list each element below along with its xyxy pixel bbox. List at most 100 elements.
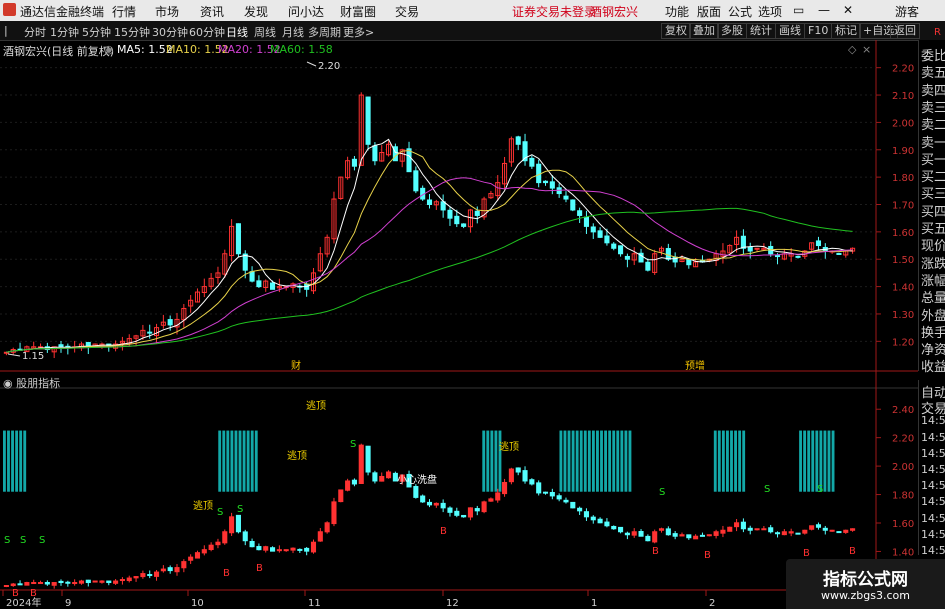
ind-candle-body	[597, 518, 603, 524]
menu-item-options[interactable]: 选项	[758, 3, 782, 20]
ind-candle-body	[454, 510, 460, 516]
quote-side-panel: 委比 卖五 卖四 卖三 卖二 卖一 买一 买二 买三 买四 买五 现价 涨跌 涨幅 总量 外盘 换手 净资 收益	[918, 40, 945, 375]
candle-body	[611, 243, 617, 249]
tab-daily[interactable]: 日线	[226, 24, 248, 40]
signal-bar	[587, 430, 591, 492]
ind-candle-body	[699, 534, 706, 537]
ind-candle-body	[829, 529, 835, 532]
ind-candle-body	[263, 546, 269, 551]
signal-bar	[721, 430, 725, 492]
trade-side-panel: 自动交易14:5614:5614:5614:5614:5614:5614:561…	[918, 380, 945, 573]
ind-candle-body	[249, 541, 255, 548]
signal-bar	[600, 430, 603, 492]
ind-candle-body	[153, 571, 160, 577]
candle-body	[747, 246, 753, 252]
window-minimize-icon[interactable]: —	[818, 3, 830, 17]
menu-item-layout[interactable]: 版面	[697, 3, 721, 20]
ind-candle-body	[290, 547, 296, 551]
candle-body	[58, 344, 64, 348]
candle-body	[754, 247, 760, 250]
y-tick-label: 2.20	[892, 64, 914, 75]
side-trade-3: 14:56	[921, 430, 945, 444]
ind-candle-body	[638, 530, 644, 537]
f10-button[interactable]: F10	[804, 23, 833, 39]
back-button[interactable]: 返回	[890, 23, 920, 39]
ind-candle-body	[181, 561, 187, 569]
signal-bar	[742, 430, 746, 492]
ind-candle-body	[24, 582, 30, 586]
menu-item-function[interactable]: 功能	[665, 3, 689, 20]
minimize-icon[interactable]: ▭	[793, 3, 804, 17]
watermark: 指标公式网 www.zbgs3.com	[786, 559, 945, 609]
ind-candle-body	[106, 580, 112, 584]
tab-more[interactable]: 更多>	[343, 24, 374, 40]
overlay-button[interactable]: 叠加	[689, 23, 719, 39]
menu-item-news[interactable]: 资讯	[200, 3, 224, 20]
ind-candle-body	[822, 527, 828, 531]
signal-bar	[254, 430, 258, 492]
ind-y-tick-label: 1.40	[892, 547, 914, 558]
menu-item-wealth-circle[interactable]: 财富圈	[340, 3, 376, 20]
kline-chart[interactable]: 1.20 1.30 1.40 1.50 1.60 1.70 1.80 1.90 2.00 2.10…	[0, 40, 918, 609]
signal-bar	[567, 430, 571, 492]
tab-5min[interactable]: 5分钟	[82, 24, 111, 40]
draw-line-button[interactable]: 画线	[775, 23, 805, 39]
adjust-button[interactable]: 复权	[661, 23, 691, 39]
ind-y-tick-label: 1.60	[892, 519, 914, 530]
ind-candle-body	[413, 486, 419, 498]
signal-bar	[242, 430, 246, 492]
candle-body	[577, 210, 583, 216]
menu-item-formula[interactable]: 公式	[728, 3, 752, 20]
ind-candle-body	[795, 532, 801, 535]
signal-bar	[226, 430, 230, 492]
ind-candle-body	[188, 556, 194, 561]
side-top-label: R	[934, 27, 941, 38]
login-status[interactable]: 证券交易未登录	[512, 3, 596, 20]
user-label[interactable]: 游客	[895, 3, 919, 20]
tab-15min[interactable]: 15分钟	[114, 24, 150, 40]
tab-30min[interactable]: 30分钟	[152, 24, 188, 40]
candle-body	[795, 255, 801, 258]
ind-candle-body	[85, 579, 91, 584]
tab-monthly[interactable]: 月线	[282, 24, 304, 40]
tab-1min[interactable]: 1分钟	[50, 24, 79, 40]
ind-candle-body	[379, 475, 385, 482]
y-tick-label: 1.80	[892, 173, 914, 184]
ind-candle-body	[51, 582, 57, 586]
sell-signal: S	[659, 487, 665, 498]
ind-candle-body	[208, 544, 214, 551]
menu-item-trade[interactable]: 交易	[395, 3, 419, 20]
ind-candle-body	[297, 548, 303, 551]
window-close-icon[interactable]: ✕	[843, 3, 853, 17]
candle-body	[406, 148, 412, 173]
signal-bar	[482, 430, 486, 492]
tab-weekly[interactable]: 周线	[254, 24, 276, 40]
ind-candle-body	[72, 582, 78, 585]
ind-candle-body	[338, 489, 344, 503]
ind-candle-body	[345, 480, 351, 491]
tab-intraday[interactable]: 分时	[24, 24, 46, 40]
ind-candle-body	[624, 532, 630, 536]
menu-item-market[interactable]: 市场	[155, 3, 179, 20]
menu-item-quotes[interactable]: 行情	[112, 3, 136, 20]
sell-signal: S	[4, 535, 10, 546]
multi-stock-button[interactable]: 多股	[717, 23, 747, 39]
candle-body	[351, 158, 357, 167]
ind-candle-body	[563, 499, 569, 503]
ind-candle-body	[140, 573, 146, 578]
menu-item-ask[interactable]: 问小达	[288, 3, 324, 20]
ind-candle-body	[815, 524, 822, 528]
ind-y-tick-label: 2.00	[892, 462, 914, 473]
signal-bar	[238, 430, 242, 492]
candle-body	[447, 209, 453, 219]
collapse-icon[interactable]: |	[4, 24, 8, 37]
signal-bar	[628, 430, 632, 492]
tab-60min[interactable]: 60分钟	[189, 24, 225, 40]
statistics-button[interactable]: 统计	[746, 23, 776, 39]
tab-multi-period[interactable]: 多周期	[308, 24, 341, 40]
ind-candle-body	[242, 531, 248, 542]
ind-candle-body	[788, 531, 794, 534]
mark-button[interactable]: 标记	[831, 23, 861, 39]
menu-item-discover[interactable]: 发现	[244, 3, 268, 20]
ind-candle-body	[222, 531, 228, 544]
